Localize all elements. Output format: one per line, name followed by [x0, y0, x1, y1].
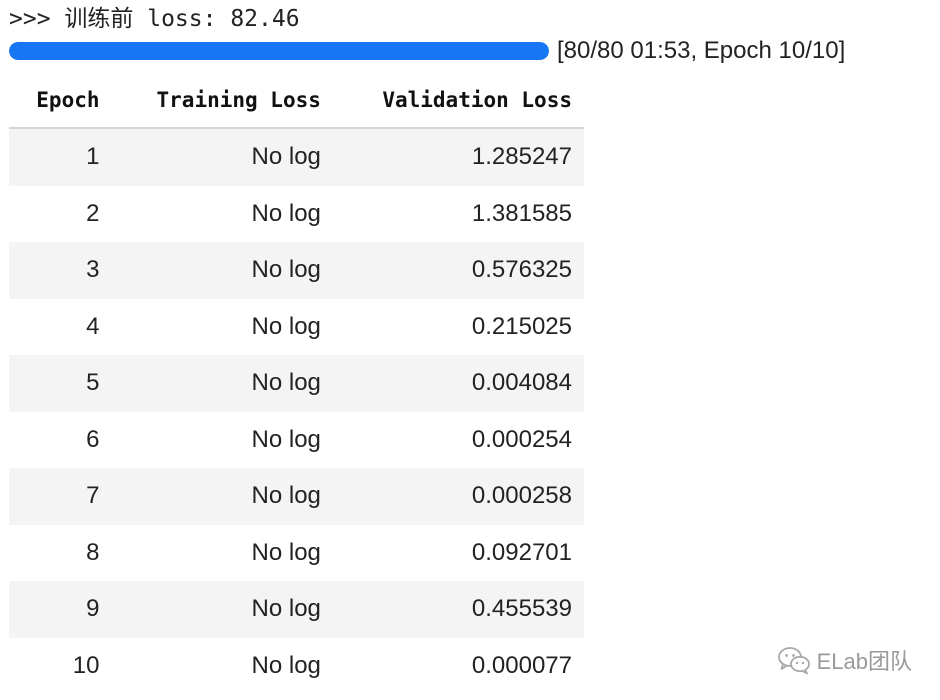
- table-row: 4 No log 0.215025: [9, 298, 584, 355]
- training-progress: [80/80 01:53, Epoch 10/10]: [9, 36, 845, 66]
- progress-status-text: [80/80 01:53, Epoch 10/10]: [557, 37, 846, 64]
- cell-validation-loss: 0.000077: [332, 637, 584, 694]
- cell-epoch: 3: [9, 242, 112, 299]
- cell-training-loss: No log: [111, 411, 333, 468]
- progress-bar: [9, 42, 549, 60]
- cell-epoch: 9: [9, 581, 112, 638]
- progress-bar-fill: [9, 42, 549, 60]
- cell-epoch: 1: [9, 128, 112, 186]
- cell-training-loss: No log: [111, 468, 333, 525]
- cell-epoch: 6: [9, 411, 112, 468]
- cell-training-loss: No log: [111, 355, 333, 412]
- cell-validation-loss: 1.285247: [332, 128, 584, 186]
- cell-validation-loss: 0.576325: [332, 242, 584, 299]
- cell-training-loss: No log: [111, 298, 333, 355]
- console-prompt-line: >>> 训练前 loss: 82.46: [9, 6, 300, 32]
- table-row: 5 No log 0.004084: [9, 355, 584, 412]
- table-row: 9 No log 0.455539: [9, 581, 584, 638]
- cell-validation-loss: 0.004084: [332, 355, 584, 412]
- table-row: 8 No log 0.092701: [9, 524, 584, 581]
- cell-epoch: 5: [9, 355, 112, 412]
- table-row: 2 No log 1.381585: [9, 185, 584, 242]
- cell-validation-loss: 0.455539: [332, 581, 584, 638]
- cell-training-loss: No log: [111, 185, 333, 242]
- cell-validation-loss: 1.381585: [332, 185, 584, 242]
- cell-validation-loss: 0.215025: [332, 298, 584, 355]
- cell-epoch: 7: [9, 468, 112, 525]
- cell-epoch: 2: [9, 185, 112, 242]
- table-row: 10 No log 0.000077: [9, 637, 584, 694]
- cell-validation-loss: 0.092701: [332, 524, 584, 581]
- cell-epoch: 8: [9, 524, 112, 581]
- table-row: 6 No log 0.000254: [9, 411, 584, 468]
- header-epoch: Epoch: [9, 72, 112, 129]
- cell-training-loss: No log: [111, 524, 333, 581]
- cell-training-loss: No log: [111, 581, 333, 638]
- cell-epoch: 4: [9, 298, 112, 355]
- cell-training-loss: No log: [111, 128, 333, 186]
- training-results-table: Epoch Training Loss Validation Loss 1 No…: [9, 72, 584, 694]
- table-header-row: Epoch Training Loss Validation Loss: [9, 72, 584, 129]
- cell-training-loss: No log: [111, 637, 333, 694]
- table-row: 7 No log 0.000258: [9, 468, 584, 525]
- header-training-loss: Training Loss: [111, 72, 333, 129]
- table-row: 1 No log 1.285247: [9, 128, 584, 186]
- header-validation-loss: Validation Loss: [332, 72, 584, 129]
- watermark: ELab团队: [777, 644, 912, 676]
- watermark-text: ELab团队: [816, 649, 912, 674]
- cell-validation-loss: 0.000258: [332, 468, 584, 525]
- wechat-icon: [777, 645, 811, 675]
- cell-epoch: 10: [9, 637, 112, 694]
- cell-validation-loss: 0.000254: [332, 411, 584, 468]
- table-row: 3 No log 0.576325: [9, 242, 584, 299]
- cell-training-loss: No log: [111, 242, 333, 299]
